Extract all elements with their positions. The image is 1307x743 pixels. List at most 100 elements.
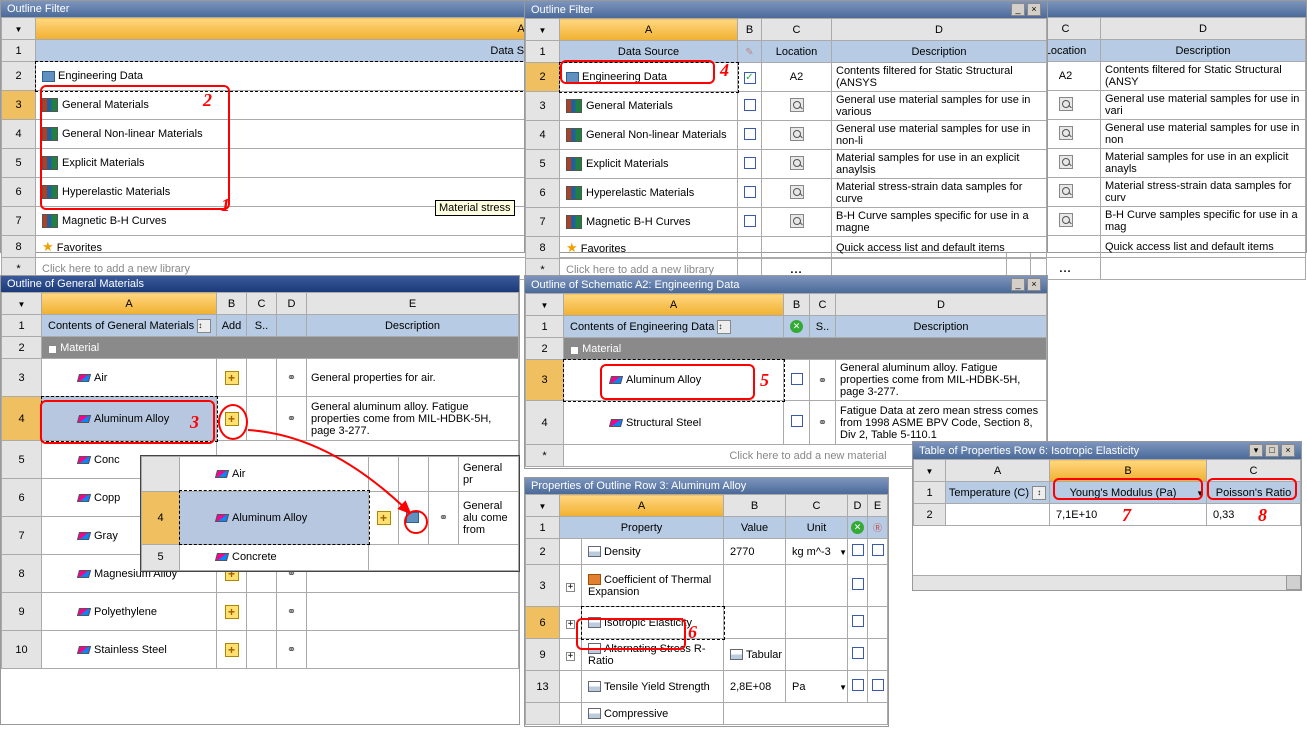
row-stainless[interactable]: 10 Stainless Steel + ⚭ [2, 631, 519, 669]
add-header[interactable]: Add [217, 315, 247, 337]
row-isotropic[interactable]: 6 + Isotropic Elasticity [526, 607, 888, 639]
resize-grip[interactable] [1286, 575, 1301, 590]
add-icon[interactable]: + [225, 412, 239, 426]
material-group[interactable]: − Material [564, 338, 1047, 360]
add-icon[interactable]: + [225, 371, 239, 385]
checkbox[interactable] [744, 128, 756, 140]
col-D[interactable]: D [832, 19, 1047, 41]
row-explicit[interactable]: 5 Explicit Materials Material samples fo… [526, 150, 1047, 179]
checkbox[interactable] [744, 157, 756, 169]
row-engineering-data[interactable]: 2 Engineering Data A2 Contents filtered … [526, 63, 1047, 92]
browse-icon[interactable] [1059, 155, 1073, 169]
location-header[interactable]: Location [762, 41, 832, 63]
checkbox[interactable] [852, 679, 864, 691]
scrollbar[interactable] [913, 575, 1301, 590]
col-C[interactable]: C [762, 19, 832, 41]
collapse-icon[interactable]: − [570, 346, 579, 355]
checkbox[interactable] [744, 72, 756, 84]
add-icon[interactable]: + [225, 643, 239, 657]
close-button[interactable]: × [1027, 278, 1041, 291]
browse-icon[interactable] [790, 127, 804, 141]
dropdown-corner[interactable] [526, 19, 560, 41]
browse-icon[interactable] [790, 214, 804, 228]
checkbox[interactable] [852, 544, 864, 556]
material-group[interactable]: − Material [42, 337, 519, 359]
source-header[interactable]: S.. [810, 316, 836, 338]
row-hyperelastic[interactable]: 6 Hyperelastic Materials Material stress… [526, 179, 1047, 208]
data-source-header[interactable]: Data Source [560, 41, 738, 63]
checkbox[interactable] [872, 544, 884, 556]
data-row[interactable]: 2 7,1E+10 0,33 [914, 504, 1301, 526]
dropdown-corner[interactable] [2, 18, 36, 40]
source-header[interactable]: S.. [247, 315, 277, 337]
sort-icon[interactable]: ↕ [197, 319, 211, 333]
col-C[interactable]: C [247, 293, 277, 315]
sort-icon[interactable]: ↕ [1032, 486, 1046, 500]
add-icon[interactable]: + [225, 605, 239, 619]
expand-icon[interactable]: + [566, 620, 575, 629]
description-header[interactable]: Description [307, 315, 519, 337]
row-density[interactable]: 2 Density 2770 kg m^-3 [526, 539, 888, 565]
temperature-header[interactable]: Temperature (C) ↕ [946, 482, 1050, 504]
browse-icon[interactable] [1059, 97, 1073, 111]
col-A[interactable]: A [560, 19, 738, 41]
row-general-materials[interactable]: 3 General Materials General use material… [526, 92, 1047, 121]
checkbox[interactable] [744, 99, 756, 111]
value-header[interactable]: Value [724, 517, 786, 539]
col-B[interactable]: B [217, 293, 247, 315]
contents-header[interactable]: Contents of General Materials ↕ [42, 315, 217, 337]
col-A[interactable]: A [42, 293, 217, 315]
col-D[interactable]: D [1101, 18, 1306, 40]
description-header[interactable]: Description [832, 41, 1047, 63]
restore-button[interactable]: ▾ [1249, 444, 1263, 457]
checkbox[interactable] [852, 578, 864, 590]
checkbox[interactable] [791, 415, 803, 427]
close-button[interactable]: × [1281, 444, 1295, 457]
col-D[interactable]: D [277, 293, 307, 315]
col-E[interactable]: E [307, 293, 519, 315]
maximize-button[interactable]: □ [1265, 444, 1279, 457]
close-button[interactable]: × [1027, 3, 1041, 16]
browse-icon[interactable] [790, 185, 804, 199]
checkbox[interactable] [872, 679, 884, 691]
row-compressive-partial[interactable]: Compressive [526, 703, 888, 725]
contents-header[interactable]: Contents of Engineering Data ↕ [564, 316, 784, 338]
minimize-button[interactable]: _ [1011, 3, 1025, 16]
dropdown-corner[interactable] [526, 294, 564, 316]
row-favorites[interactable]: 8 ★ Favorites Quick access list and defa… [526, 237, 1047, 259]
expand-icon[interactable]: + [566, 652, 575, 661]
collapse-icon[interactable]: − [48, 345, 57, 354]
row-alternating[interactable]: 9 + Alternating Stress R-Ratio Tabular [526, 639, 888, 671]
delete-header[interactable]: ✕ [784, 316, 810, 338]
row-polyethylene[interactable]: 9 Polyethylene + ⚭ [2, 593, 519, 631]
row-magnetic[interactable]: 7 Magnetic B-H Curves B-H Curve samples … [526, 208, 1047, 237]
dropdown-corner[interactable] [526, 495, 560, 517]
description-header[interactable]: Description [1101, 40, 1306, 62]
col-B[interactable]: B [738, 19, 762, 41]
expand-icon[interactable]: + [566, 583, 575, 592]
row-tensile[interactable]: 13 Tensile Yield Strength 2,8E+08 Pa [526, 671, 888, 703]
sort-icon[interactable]: ↕ [717, 320, 731, 334]
dropdown-corner[interactable] [2, 293, 42, 315]
ellipsis-icon[interactable]: ... [790, 264, 802, 276]
row-concrete[interactable]: 5 Concrete [142, 544, 519, 570]
row-nonlinear[interactable]: 4 General Non-linear Materials General u… [526, 121, 1047, 150]
checkbox[interactable] [744, 215, 756, 227]
youngs-header[interactable]: Young's Modulus (Pa) [1050, 482, 1207, 504]
row-cte[interactable]: 3 + Coefficient of Thermal Expansion [526, 565, 888, 607]
browse-icon[interactable] [1059, 213, 1073, 227]
browse-icon[interactable] [1059, 126, 1073, 140]
minimize-button[interactable]: _ [1011, 278, 1025, 291]
browse-icon[interactable] [1059, 184, 1073, 198]
checkbox[interactable] [791, 373, 803, 385]
del-header[interactable]: ✕ [848, 517, 868, 539]
ellipsis-icon[interactable]: ... [1059, 263, 1071, 275]
checkbox[interactable] [744, 186, 756, 198]
row-air[interactable]: 3 Air + ⚭ General properties for air. [2, 359, 519, 397]
property-header[interactable]: Property [560, 517, 724, 539]
browse-icon[interactable] [790, 98, 804, 112]
unit-header[interactable]: Unit [786, 517, 848, 539]
description-header[interactable]: Description [836, 316, 1047, 338]
checkbox[interactable] [852, 647, 864, 659]
browse-icon[interactable] [790, 156, 804, 170]
